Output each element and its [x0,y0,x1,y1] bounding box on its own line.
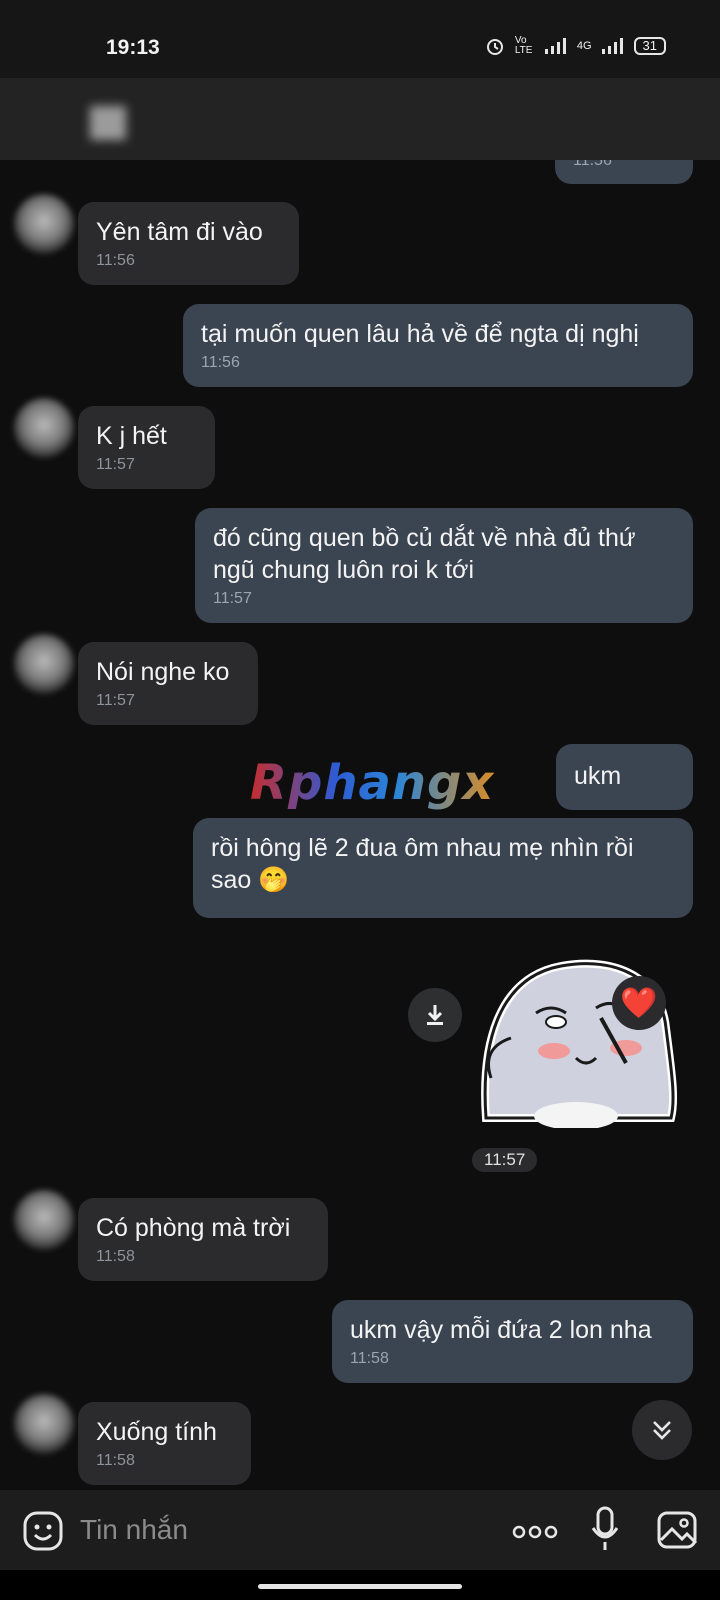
contact-avatar[interactable] [14,194,74,254]
volte-label: Vo LTE [514,35,533,56]
message-text: ukm [574,762,622,790]
heart-icon: ❤️ [620,986,658,1020]
message-text: K j hết [96,422,167,450]
alarm-icon [486,39,503,55]
network-label: 4G [576,40,592,52]
message-outgoing[interactable]: 11:56 [555,160,693,184]
contact-name-blurred[interactable] [90,106,126,140]
message-time: 11:57 [96,456,135,473]
message-outgoing[interactable]: đó cũng quen bồ củ dắt về nhà đủ thứ ngũ… [195,508,693,623]
signal-icon-2 [601,38,623,54]
home-indicator[interactable] [258,1584,462,1589]
message-text: rồi hông lẽ 2 đua ôm nhau mẹ nhìn rồi sa… [211,834,634,894]
message-incoming[interactable]: Xuống tính 11:58 [78,1402,251,1485]
gallery-button[interactable] [656,1510,698,1550]
sticker-image[interactable]: ❤️ [476,958,686,1128]
download-button[interactable] [408,988,462,1042]
message-incoming[interactable]: Có phòng mà trời 11:58 [78,1198,328,1281]
emoji-button[interactable] [22,1510,64,1552]
status-icons: Vo LTE 4G 31 [485,36,666,56]
message-time: 11:57 [213,590,252,607]
message-incoming[interactable]: Nói nghe ko 11:57 [78,642,258,725]
message-text: tại muốn quen lâu hả về để ngta dị nghị [201,320,639,348]
contact-avatar[interactable] [14,634,74,694]
contact-avatar[interactable] [14,398,74,458]
download-icon [427,1005,443,1025]
more-options-button[interactable] [512,1524,558,1540]
more-horizontal-icon [512,1525,558,1539]
scroll-down-button[interactable] [632,1400,692,1460]
contact-avatar[interactable] [14,1394,74,1454]
message-outgoing[interactable]: ukm [556,744,693,810]
sticker-time: 11:57 [472,1148,538,1172]
message-outgoing[interactable]: tại muốn quen lâu hả về để ngta dị nghị … [183,304,693,387]
message-input[interactable]: Tin nhắn [80,1514,188,1546]
double-chevron-down-icon [653,1421,671,1440]
chat-thread[interactable]: 11:56 Yên tâm đi vào 11:56 tại muốn quen… [0,160,720,1490]
message-time: 11:58 [96,1248,135,1265]
status-bar: 19:13 Vo LTE 4G 31 [0,0,720,78]
message-outgoing[interactable]: rồi hông lẽ 2 đua ôm nhau mẹ nhìn rồi sa… [193,818,693,918]
message-incoming[interactable]: K j hết 11:57 [78,406,215,489]
image-icon [657,1511,698,1549]
message-time: 11:58 [96,1452,135,1469]
message-outgoing[interactable]: ukm vậy mỗi đứa 2 lon nha 11:58 [332,1300,693,1383]
battery-icon: 31 [633,37,666,55]
message-text: Yên tâm đi vào [96,218,263,246]
microphone-icon [591,1506,619,1550]
message-time: 11:56 [573,160,612,169]
message-time: 11:57 [96,692,135,709]
message-time: 11:56 [201,354,240,371]
message-text: Xuống tính [96,1418,217,1446]
status-time: 19:13 [106,36,160,59]
message-text: Nói nghe ko [96,658,230,686]
watermark: Rphangx [250,755,495,811]
signal-icon [544,38,566,54]
reaction-badge[interactable]: ❤️ [612,976,666,1030]
message-incoming[interactable]: Yên tâm đi vào 11:56 [78,202,299,285]
message-text: ukm vậy mỗi đứa 2 lon nha [350,1316,652,1344]
message-time: 11:58 [350,1350,389,1367]
sticker-smile-icon [23,1511,63,1551]
message-text: Có phòng mà trời [96,1214,291,1242]
message-text: đó cũng quen bồ củ dắt về nhà đủ thứ ngũ… [213,524,636,584]
microphone-button[interactable] [590,1506,620,1552]
message-time: 11:56 [96,252,135,269]
contact-avatar[interactable] [14,1190,74,1250]
